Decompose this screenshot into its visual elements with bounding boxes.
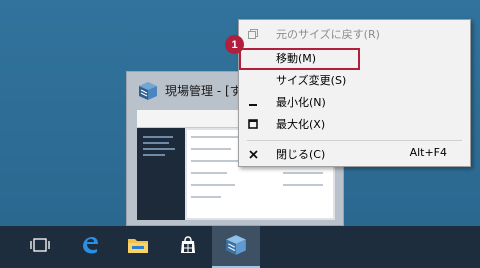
menu-item-minimize[interactable]: 最小化(N) [240, 91, 469, 113]
step-badge: 1 [225, 35, 244, 54]
edge-button[interactable] [66, 226, 114, 268]
taskbar [0, 226, 480, 268]
menu-item-label: 元のサイズに戻す(R) [276, 28, 380, 41]
store-button[interactable] [164, 226, 212, 268]
shortcut-label: Alt+F4 [409, 146, 447, 159]
maximize-icon [246, 117, 260, 131]
highlight-box [239, 48, 360, 70]
task-view-icon [30, 237, 50, 257]
edge-icon [80, 235, 100, 259]
file-explorer-icon [127, 236, 149, 258]
menu-item-label: サイズ変更(S) [276, 74, 347, 87]
close-icon [246, 147, 260, 161]
minimize-icon [246, 95, 260, 109]
menu-item-size[interactable]: サイズ変更(S) [240, 69, 469, 91]
app-icon [137, 80, 159, 106]
menu-item-label: 閉じる(C) [276, 148, 326, 161]
menu-item-restore[interactable]: 元のサイズに戻す(R) [240, 23, 469, 45]
menu-item-label: 最小化(N) [276, 96, 326, 109]
store-icon [178, 235, 198, 259]
menu-item-close[interactable]: 閉じる(C) Alt+F4 [240, 143, 469, 165]
menu-item-maximize[interactable]: 最大化(X) [240, 113, 469, 135]
menu-separator [247, 140, 462, 141]
task-view-button[interactable] [16, 226, 64, 268]
restore-icon [246, 27, 260, 41]
menu-item-label: 最大化(X) [276, 118, 326, 131]
file-explorer-button[interactable] [114, 226, 162, 268]
window-system-menu: 元のサイズに戻す(R) 移動(M) サイズ変更(S) 最小化(N) 最大化(X)… [238, 19, 471, 167]
app-taskbar-button[interactable] [212, 226, 260, 268]
app-icon [224, 233, 248, 261]
